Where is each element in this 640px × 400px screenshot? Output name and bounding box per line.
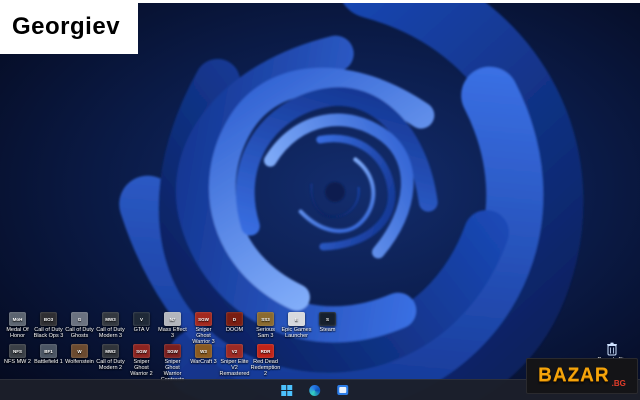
app-shortcut-icon: MW2: [102, 344, 119, 358]
desktop-icon[interactable]: D DOOM: [219, 312, 250, 345]
desktop-icon[interactable]: V GTA V: [126, 312, 157, 345]
desktop-icon-label: Red Dead Redemption 2: [250, 359, 281, 378]
desktop-icon[interactable]: BF1 Battlefield 1: [33, 344, 64, 383]
store-icon: [336, 385, 348, 395]
desktop-icon[interactable]: V2 Sniper Elite V2 Remastered: [219, 344, 250, 383]
desktop-icon[interactable]: N7 Mass Effect 3: [157, 312, 188, 345]
seller-name-text: Georgiev: [12, 13, 121, 40]
desktop-icon[interactable]: G Call of Duty Ghosts: [64, 312, 95, 345]
desktop-icon-label: Steam: [319, 327, 336, 333]
app-shortcut-icon: D: [226, 312, 243, 326]
desktop-icon[interactable]: S Steam: [312, 312, 343, 345]
app-shortcut-icon: N7: [164, 312, 181, 326]
desktop-icon-label: GTA V: [133, 327, 150, 333]
trash-bin-icon: [607, 342, 617, 356]
app-shortcut-icon: E: [288, 312, 305, 326]
desktop-icon-label: Call of Duty Ghosts: [65, 327, 94, 340]
desktop-icon-label: Sniper Ghost Warrior 2: [130, 359, 153, 378]
app-shortcut-icon: W3: [195, 344, 212, 358]
desktop-icon[interactable]: RDR Red Dead Redemption 2: [250, 344, 281, 383]
edge-button[interactable]: [306, 382, 322, 398]
bazar-logo-text: BAZAR: [538, 365, 610, 386]
desktop-icon-label: Serious Sam 3: [256, 327, 275, 340]
app-shortcut-icon: SGW: [133, 344, 150, 358]
desktop-icon-label: Medal Of Honor: [6, 327, 29, 340]
desktop-icon-label: Sniper Elite V2 Remastered: [219, 359, 250, 378]
desktop-icon-label: Battlefield 1: [34, 359, 63, 365]
bazar-logo-watermark: BAZAR .BG: [526, 358, 638, 394]
desktop-icon-row-2: NFS NFS MW 2 BF1 Battlefield 1 W Wolfenstein M…: [2, 344, 281, 383]
desktop-icon-label: DOOM: [225, 327, 244, 333]
desktop-icon-label: Call of Duty Black Ops 3: [33, 327, 64, 340]
desktop-icon-label: Sniper Ghost Warrior 3: [192, 327, 215, 346]
desktop-icon[interactable]: MW3 Call of Duty Modern 3: [95, 312, 126, 345]
desktop-icon[interactable]: NFS NFS MW 2: [2, 344, 33, 383]
desktop-icon[interactable]: SS3 Serious Sam 3: [250, 312, 281, 345]
app-shortcut-icon: BO3: [40, 312, 57, 326]
app-shortcut-icon: BF1: [40, 344, 57, 358]
app-shortcut-icon: MW3: [102, 312, 119, 326]
seller-name-watermark: Georgiev: [0, 0, 138, 54]
desktop-icon[interactable]: MW2 Call of Duty Modern 2: [95, 344, 126, 383]
app-shortcut-icon: V: [133, 312, 150, 326]
desktop-icon[interactable]: SGW Sniper Ghost Warrior 2: [126, 344, 157, 383]
app-shortcut-icon: RDR: [257, 344, 274, 358]
desktop-icon-label: Call of Duty Modern 3: [96, 327, 125, 340]
desktop-icon[interactable]: BO3 Call of Duty Black Ops 3: [33, 312, 64, 345]
app-shortcut-icon: NFS: [9, 344, 26, 358]
bazar-logo-suffix: .BG: [611, 379, 626, 388]
desktop-icon[interactable]: W3 WarCraft 3: [188, 344, 219, 383]
taskbar-center-buttons: [278, 382, 350, 398]
app-shortcut-icon: MoH: [9, 312, 26, 326]
desktop-icon[interactable]: SGW Sniper Ghost Warrior 3: [188, 312, 219, 345]
desktop-icon[interactable]: SGWSniper Ghost Warrior Contracts: [157, 344, 188, 383]
desktop-icon-label: Epic Games Launcher: [281, 327, 312, 340]
desktop-icon[interactable]: E Epic Games Launcher: [281, 312, 312, 345]
edge-icon: [308, 384, 320, 396]
start-button[interactable]: [278, 382, 294, 398]
desktop-icon-row-1: MoH Medal Of Honor BO3 Call of Duty Black O…: [2, 312, 343, 345]
app-shortcut-icon: W: [71, 344, 88, 358]
windows-logo-icon: [280, 384, 292, 396]
desktop-icon-label: WarCraft 3: [190, 359, 217, 365]
desktop-icon[interactable]: W Wolfenstein: [64, 344, 95, 383]
desktop-icon-label: Call of Duty Modern 2: [96, 359, 125, 372]
app-shortcut-icon: V2: [226, 344, 243, 358]
desktop-icon-label: NFS MW 2: [4, 359, 31, 365]
desktop-icon-label: Wolfenstein: [65, 359, 94, 365]
desktop-icon[interactable]: MoH Medal Of Honor: [2, 312, 33, 345]
desktop-icon-label: Mass Effect 3: [158, 327, 187, 340]
store-button[interactable]: [334, 382, 350, 398]
app-shortcut-icon: G: [71, 312, 88, 326]
app-shortcut-icon: SS3: [257, 312, 274, 326]
app-shortcut-icon: S: [319, 312, 336, 326]
app-shortcut-icon: SGW: [164, 344, 181, 358]
app-shortcut-icon: SGW: [195, 312, 212, 326]
